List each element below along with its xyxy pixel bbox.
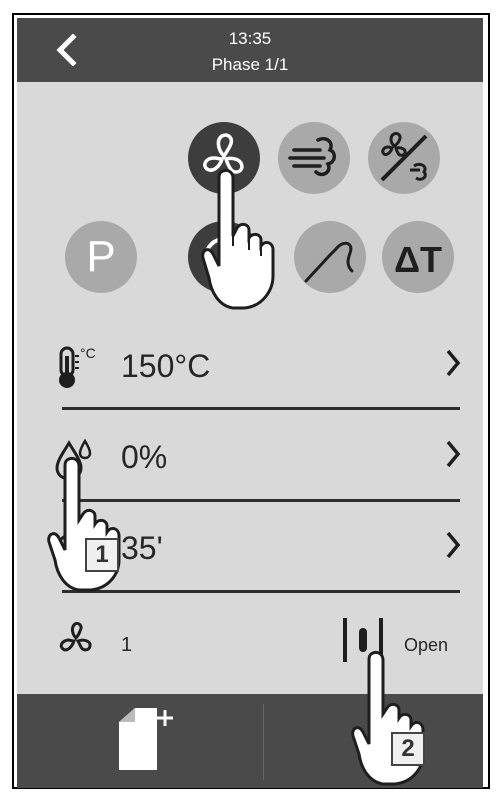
mode-program-button[interactable]: P — [65, 221, 137, 293]
delta-t-label: ΔT — [394, 239, 442, 280]
probe-icon — [304, 241, 354, 283]
hand-pointer-icon — [47, 456, 121, 592]
instruction-callout-1: 1 — [85, 538, 119, 572]
mode-delta-t-button[interactable]: ΔT — [382, 221, 454, 293]
clock-time: 13:35 — [228, 29, 272, 48]
temperature-value: 150°C — [121, 348, 211, 384]
new-program-button[interactable] — [17, 694, 263, 788]
fan-off-icon — [380, 132, 428, 182]
mode-core-probe-button[interactable] — [294, 221, 366, 293]
thermometer-icon: °C — [53, 345, 105, 395]
celsius-badge: °C — [80, 345, 96, 361]
oven-screen: 13:35 Phase 1/1 P ΔT °C 150°C 0% 35' 1 O… — [17, 18, 483, 788]
chevron-right-icon — [445, 439, 461, 474]
header-bar: 13:35 Phase 1/1 — [17, 18, 483, 82]
mode-fan-off-button[interactable] — [368, 122, 440, 194]
temperature-row[interactable]: °C 150°C — [17, 324, 483, 410]
instruction-callout-2: 2 — [391, 732, 425, 766]
chevron-right-icon — [445, 348, 461, 383]
chevron-right-icon — [445, 530, 461, 565]
phase-indicator: Phase 1/1 — [211, 55, 289, 74]
add-document-icon — [119, 708, 173, 770]
program-label: P — [86, 232, 116, 281]
hand-pointer-icon — [351, 650, 425, 786]
row-divider — [62, 407, 460, 410]
fan-speed-value: 1 — [121, 634, 133, 656]
hand-pointer-icon — [201, 168, 275, 310]
fan-icon — [59, 622, 92, 652]
